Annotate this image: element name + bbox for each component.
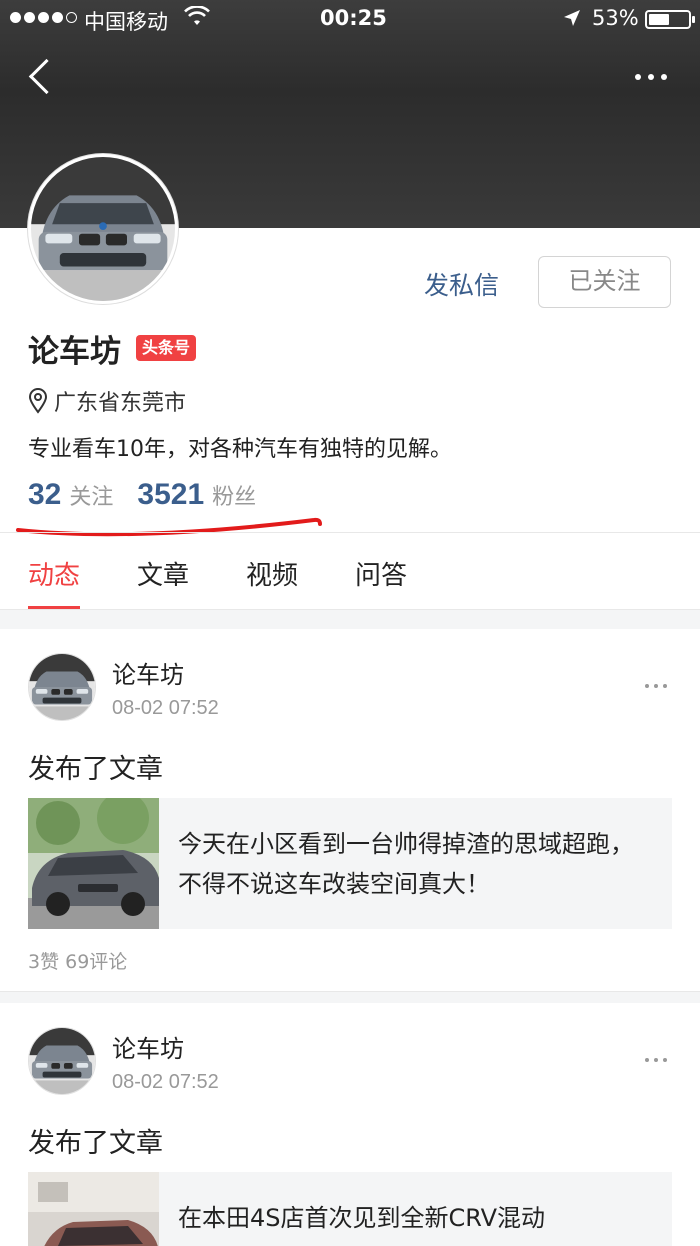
profile-stats: 32 关注 3521 粉丝 — [28, 478, 256, 512]
location-services-icon — [562, 8, 582, 33]
car-avatar-image — [31, 157, 175, 301]
clock: 00:25 — [320, 6, 387, 30]
post-engagement-stats: 3赞 69评论 — [28, 951, 128, 973]
article-title: 今天在小区看到一台帅得掉渣的思域超跑，不得不说这车改装空间真大！ — [178, 830, 634, 898]
back-button[interactable] — [24, 56, 64, 100]
location-text: 广东省东莞市 — [54, 391, 187, 416]
wifi-icon — [184, 5, 210, 33]
more-options-button[interactable] — [626, 62, 676, 92]
following-count[interactable]: 32 — [28, 478, 61, 512]
tab-videos[interactable]: 视频 — [246, 533, 298, 609]
battery-percentage: 53% — [592, 6, 639, 30]
article-card[interactable]: 今天在小区看到一台帅得掉渣的思域超跑，不得不说这车改装空间真大！ — [28, 798, 672, 929]
article-title: 在本田4S店首次见到全新CRV混动 — [178, 1204, 546, 1232]
signal-strength-icon — [10, 12, 77, 23]
article-thumbnail — [28, 1172, 159, 1246]
profile-avatar — [28, 154, 178, 304]
carrier-name: 中国移动 — [84, 10, 168, 34]
profile-tabs: 动态 文章 视频 问答 — [0, 533, 700, 609]
send-message-button[interactable]: 发私信 — [424, 266, 499, 302]
feed-post[interactable]: 论车坊 08-02 07:52 发布了文章 今天在小区看到一台帅得掉渣的思域超跑… — [0, 629, 700, 991]
article-card[interactable]: 在本田4S店首次见到全新CRV混动 — [28, 1172, 672, 1246]
status-bar: 中国移动 00:25 53% — [0, 0, 700, 40]
profile-bio: 专业看车10年，对各种汽车有独特的见解。 — [28, 437, 452, 462]
post-action-text: 发布了文章 — [28, 1128, 163, 1159]
post-time: 08-02 07:52 — [112, 697, 219, 719]
section-separator — [0, 609, 700, 629]
tab-articles[interactable]: 文章 — [137, 533, 189, 609]
post-author-avatar[interactable] — [28, 653, 96, 721]
post-action-text: 发布了文章 — [28, 754, 163, 785]
feed-post[interactable]: 论车坊 08-02 07:52 发布了文章 在本田4S店首次见到全新CRV混动 — [0, 1003, 700, 1246]
post-time: 08-02 07:52 — [112, 1071, 219, 1093]
post-author-name[interactable]: 论车坊 — [112, 1029, 184, 1064]
followers-count[interactable]: 3521 — [137, 478, 204, 512]
location-pin-icon — [28, 388, 48, 414]
profile-location: 广东省东莞市 — [28, 385, 186, 417]
toutiao-badge: 头条号 — [136, 335, 197, 361]
section-separator — [0, 991, 700, 1003]
post-more-button[interactable] — [636, 1050, 676, 1070]
following-label[interactable]: 关注 — [69, 479, 113, 511]
post-author-name[interactable]: 论车坊 — [112, 655, 184, 690]
tab-qa[interactable]: 问答 — [355, 533, 407, 609]
profile-name: 论车坊 — [28, 334, 121, 370]
tab-dynamics[interactable]: 动态 — [28, 533, 81, 609]
followed-button[interactable]: 已关注 — [538, 256, 671, 308]
followers-label[interactable]: 粉丝 — [212, 479, 256, 511]
battery-icon — [645, 10, 695, 29]
article-thumbnail — [28, 798, 159, 929]
post-author-avatar[interactable] — [28, 1027, 96, 1095]
post-more-button[interactable] — [636, 676, 676, 696]
